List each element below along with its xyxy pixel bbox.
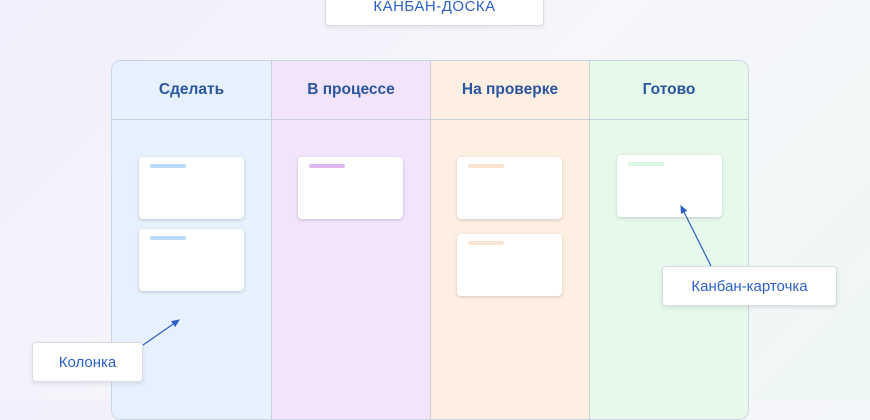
card-annotation-label: Канбан-карточка [662,266,837,306]
column-annotation-label: Колонка [32,342,143,382]
card-pointer-arrow [680,204,713,269]
annotation-arrows [132,204,713,353]
